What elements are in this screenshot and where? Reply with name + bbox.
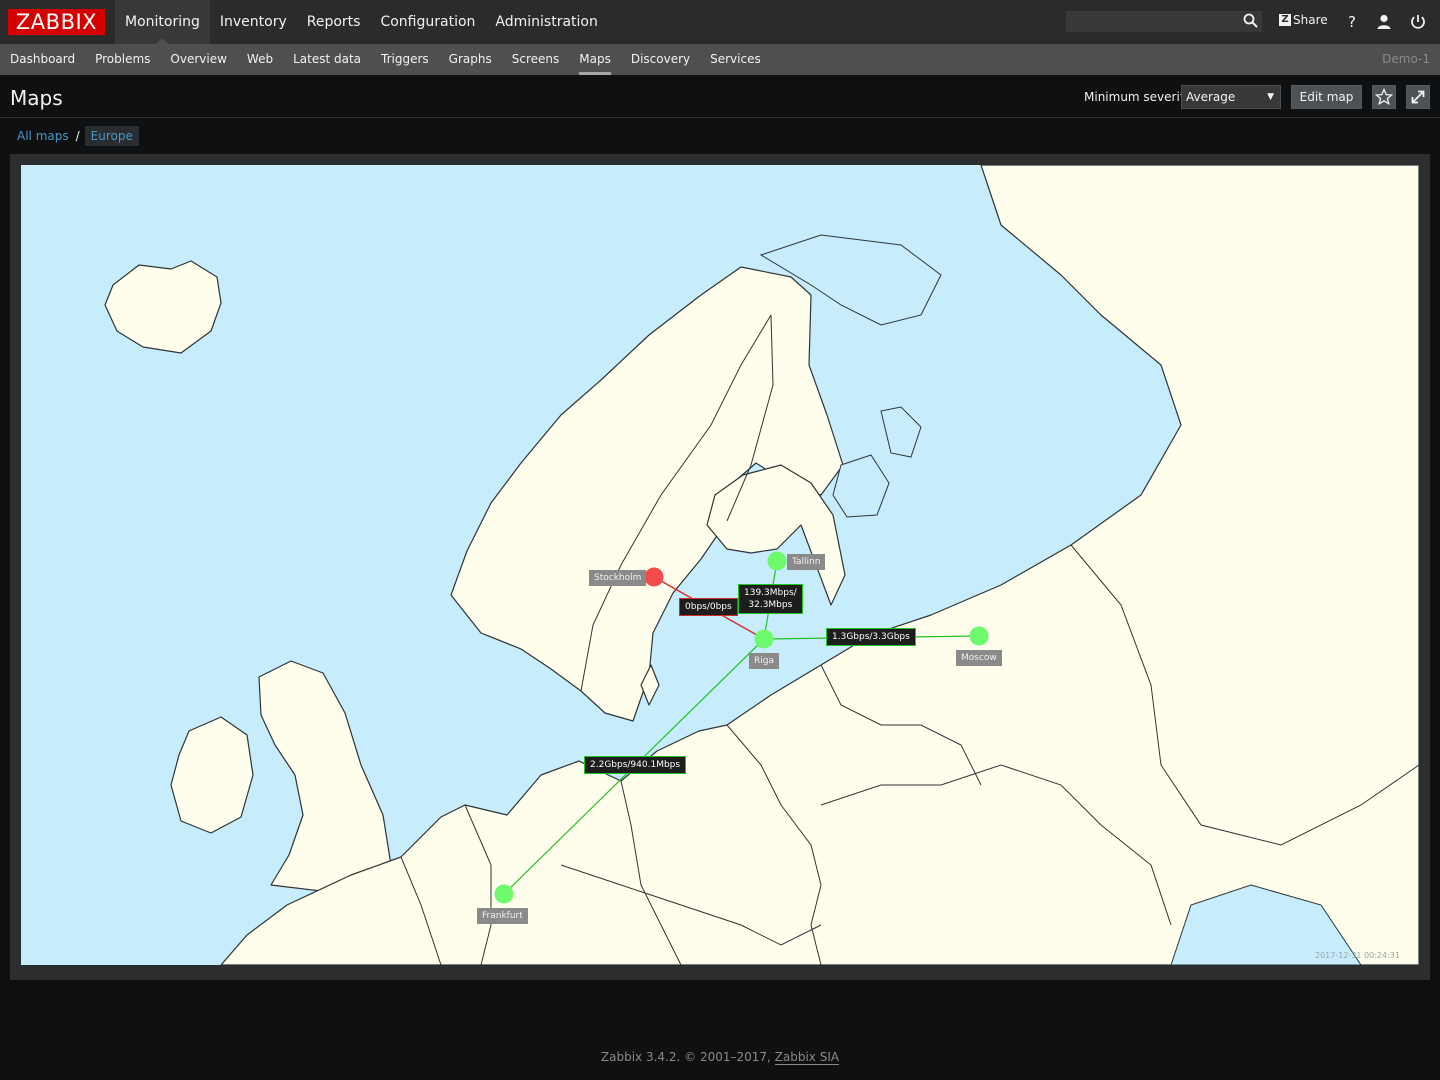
sub-nav-bar: Dashboard Problems Overview Web Latest d… (0, 44, 1440, 75)
node-tallinn-status-icon (767, 551, 787, 571)
main-nav-reports[interactable]: Reports (297, 0, 371, 44)
europe-background-map (104, 165, 1419, 965)
fullscreen-icon (1411, 90, 1425, 104)
breadcrumb-separator: / (75, 129, 80, 143)
link-label-riga-moscow-text: 1.3Gbps/3.3Gbps (832, 632, 910, 642)
link-label-tallinn-riga[interactable]: 139.3Mbps/ 32.3Mbps (738, 584, 803, 614)
dropdown-arrow-icon: ▼ (1267, 92, 1274, 102)
server-name: Demo-1 (1382, 52, 1430, 66)
sub-nav: Dashboard Problems Overview Web Latest d… (0, 44, 771, 75)
sub-nav-overview[interactable]: Overview (160, 44, 237, 75)
node-label-moscow[interactable]: Moscow (956, 650, 1002, 666)
main-nav-monitoring[interactable]: Monitoring (115, 0, 210, 44)
min-severity-label: Minimum severity (1084, 90, 1192, 104)
link-label-stockholm-riga-text: 0bps/0bps (685, 602, 732, 612)
sub-nav-problems[interactable]: Problems (85, 44, 160, 75)
breadcrumb-current-map[interactable]: Europe (84, 126, 139, 146)
breadcrumb: All maps / Europe (11, 125, 139, 147)
network-map[interactable]: Stockholm Tallinn Riga Moscow Frankfurt … (21, 165, 1419, 965)
main-nav-configuration[interactable]: Configuration (370, 0, 485, 44)
min-severity-select[interactable]: Average ▼ (1181, 85, 1281, 109)
edit-map-button[interactable]: Edit map (1291, 85, 1362, 109)
search-input[interactable] (1065, 10, 1263, 33)
node-moscow-status-icon (969, 626, 989, 646)
node-label-tallinn[interactable]: Tallinn (787, 554, 826, 570)
zabbix-share-icon: Z (1279, 14, 1291, 26)
sub-nav-triggers[interactable]: Triggers (371, 44, 439, 75)
top-bar: ZABBIX Monitoring Inventory Reports Conf… (0, 0, 1440, 44)
map-timestamp: 2017-12-31 00:24:31 (1315, 951, 1400, 960)
favourite-button[interactable] (1372, 85, 1396, 109)
node-frankfurt-status-icon (494, 884, 514, 904)
link-label-riga-frankfurt-text: 2.2Gbps/940.1Mbps (590, 760, 681, 770)
sign-out-icon[interactable] (1408, 12, 1428, 32)
main-nav-administration[interactable]: Administration (485, 0, 607, 44)
node-stockholm-status-icon (644, 567, 664, 587)
star-icon (1374, 87, 1394, 106)
link-label-tallinn-riga-line1: 139.3Mbps/ (744, 588, 797, 598)
sub-nav-latest-data[interactable]: Latest data (283, 44, 371, 75)
min-severity-value: Average (1186, 90, 1236, 104)
zabbix-logo[interactable]: ZABBIX (8, 9, 105, 35)
sub-nav-discovery[interactable]: Discovery (621, 44, 700, 75)
link-label-riga-moscow[interactable]: 1.3Gbps/3.3Gbps (826, 628, 916, 646)
sub-nav-maps[interactable]: Maps (569, 44, 621, 75)
search-icon[interactable] (1242, 12, 1260, 30)
footer-company-link[interactable]: Zabbix SIA (774, 1050, 840, 1065)
share-label: Share (1293, 13, 1328, 27)
help-icon[interactable]: ? (1342, 12, 1362, 32)
sub-nav-services[interactable]: Services (700, 44, 771, 75)
great-britain-landmass (258, 660, 392, 892)
sub-nav-graphs[interactable]: Graphs (439, 44, 502, 75)
node-label-frankfurt[interactable]: Frankfurt (477, 908, 528, 924)
node-riga-status-icon (754, 629, 774, 649)
user-profile-icon[interactable] (1374, 12, 1394, 32)
breadcrumb-all-maps[interactable]: All maps (11, 129, 75, 143)
footer-version: Zabbix 3.4.2. © 2001–2017, (600, 1050, 775, 1064)
sub-nav-dashboard[interactable]: Dashboard (0, 44, 85, 75)
link-label-stockholm-riga[interactable]: 0bps/0bps (679, 598, 738, 616)
lake-onega (880, 406, 922, 458)
link-label-tallinn-riga-line2: 32.3Mbps (748, 600, 793, 610)
ireland-landmass (170, 716, 254, 834)
link-label-riga-frankfurt[interactable]: 2.2Gbps/940.1Mbps (584, 756, 687, 774)
node-label-stockholm[interactable]: Stockholm (589, 570, 647, 586)
share-button[interactable]: Z Share (1279, 13, 1328, 27)
sub-nav-web[interactable]: Web (237, 44, 283, 75)
fullscreen-button[interactable] (1406, 85, 1430, 109)
node-label-riga[interactable]: Riga (749, 653, 779, 669)
iceland-landmass (104, 260, 222, 354)
main-nav: Monitoring Inventory Reports Configurati… (115, 0, 608, 44)
footer: Zabbix 3.4.2. © 2001–2017, Zabbix SIA (0, 1050, 1440, 1065)
page-title: Maps (10, 86, 63, 110)
sub-nav-screens[interactable]: Screens (502, 44, 570, 75)
page-header: Maps Minimum severity Average ▼ Edit map (0, 75, 1440, 118)
main-nav-inventory[interactable]: Inventory (210, 0, 297, 44)
